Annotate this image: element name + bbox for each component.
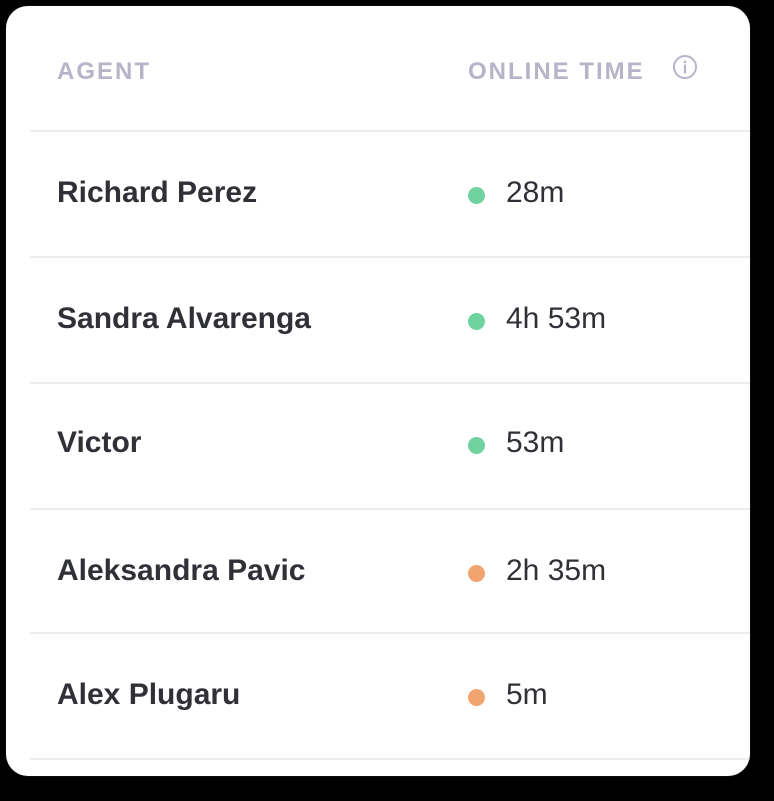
status-dot: [468, 187, 485, 204]
table-row[interactable]: Sandra Alvarenga 4h 53m: [30, 258, 750, 384]
agent-name: Sandra Alvarenga: [57, 302, 311, 335]
table-row[interactable]: Richard Perez 28m: [30, 132, 750, 258]
info-icon[interactable]: [672, 54, 698, 80]
column-header-agent[interactable]: AGENT: [57, 58, 151, 86]
agents-table-card: AGENT ONLINE TIME Richard Perez 28m Sand…: [6, 6, 750, 776]
table-header: AGENT ONLINE TIME: [30, 6, 750, 132]
online-time-value: 4h 53m: [506, 302, 607, 335]
online-time-value: 53m: [506, 426, 565, 459]
status-dot: [468, 565, 485, 582]
table-row[interactable]: Victor 53m: [30, 384, 750, 510]
column-header-online-time[interactable]: ONLINE TIME: [468, 58, 645, 86]
online-time-value: 5m: [506, 678, 548, 711]
agent-name: Aleksandra Pavic: [57, 554, 306, 587]
online-time-value: 28m: [506, 176, 565, 209]
agent-name: Victor: [57, 426, 142, 459]
online-time-value: 2h 35m: [506, 554, 607, 587]
status-dot: [468, 689, 485, 706]
table-row[interactable]: Alex Plugaru 5m: [30, 634, 750, 760]
table-row[interactable]: Aleksandra Pavic 2h 35m: [30, 508, 750, 634]
agent-name: Richard Perez: [57, 176, 258, 209]
status-dot: [468, 313, 485, 330]
status-dot: [468, 437, 485, 454]
agent-name: Alex Plugaru: [57, 678, 241, 711]
